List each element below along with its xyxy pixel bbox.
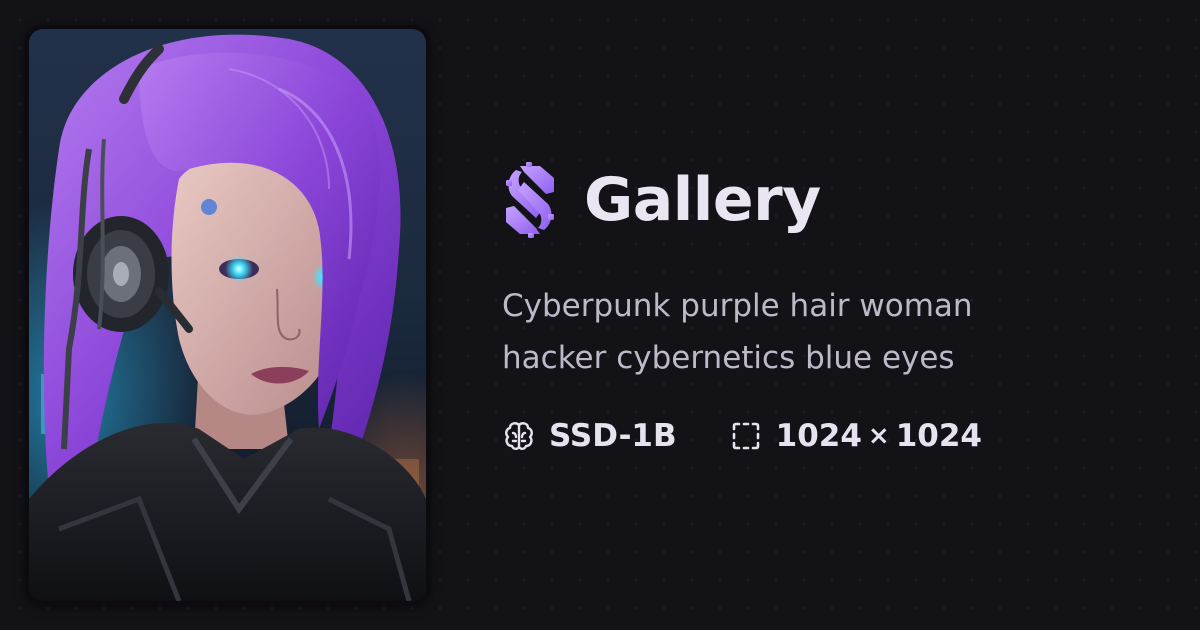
image-height: 1024 — [895, 418, 982, 454]
model-info: SSD-1B — [502, 418, 677, 454]
meta-row: SSD-1B 1024 × 1024 — [502, 418, 1122, 454]
image-info-panel: Gallery Cyberpunk purple hair woman hack… — [502, 160, 1122, 454]
image-width: 1024 — [775, 418, 862, 454]
page-title: Gallery — [584, 165, 821, 235]
dashed-frame-icon — [732, 422, 759, 450]
header: Gallery — [502, 160, 1122, 240]
model-name: SSD-1B — [549, 418, 677, 454]
prompt-text: Cyberpunk purple hair woman hacker cyber… — [502, 288, 973, 376]
s-gear-logo-icon — [506, 162, 554, 238]
dimension-separator: × — [867, 421, 890, 451]
dimensions-value: 1024 × 1024 — [776, 418, 982, 454]
generated-portrait-image — [29, 29, 426, 601]
dimensions-info: 1024 × 1024 — [729, 418, 982, 454]
image-card — [25, 25, 430, 605]
brain-icon — [505, 422, 533, 450]
